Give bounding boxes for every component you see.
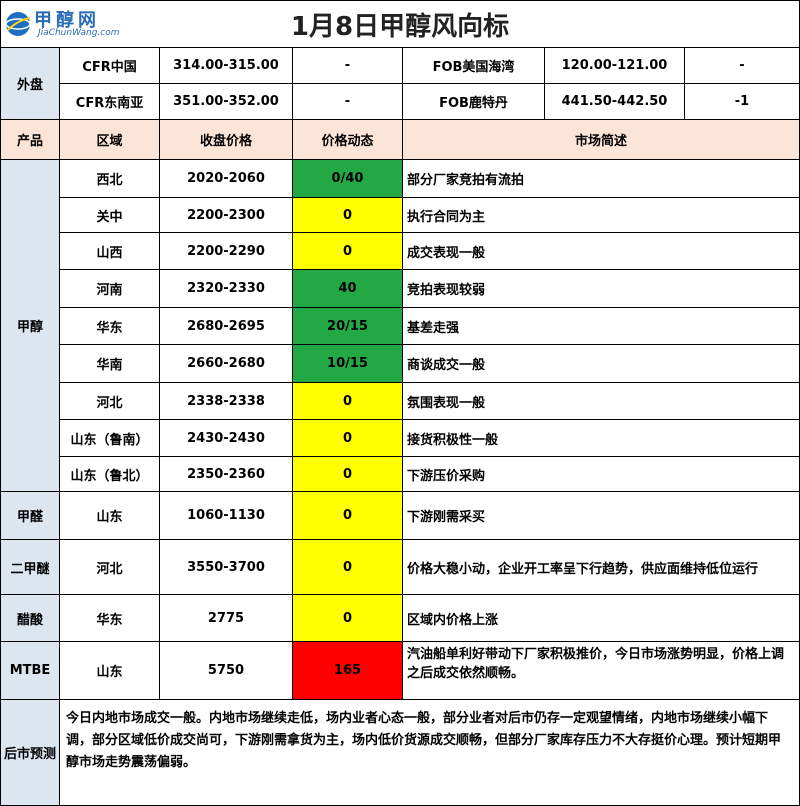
header-market-desc: 市场简述: [403, 120, 800, 160]
change-cell: 0: [293, 595, 403, 642]
price-cell: 2680-2695: [160, 308, 293, 345]
overseas-b-change: -: [685, 48, 800, 84]
price-cell: 2320-2330: [160, 270, 293, 308]
change-cell: 0: [293, 383, 403, 420]
product-cell: MTBE: [0, 642, 60, 700]
change-cell: 0: [293, 198, 403, 233]
overseas-a-price: 314.00-315.00: [160, 48, 293, 84]
desc-cell: 商谈成交一般: [403, 345, 800, 383]
region-cell: 关中: [60, 198, 160, 233]
overseas-b-price: 441.50-442.50: [545, 84, 685, 120]
product-cell: 二甲醚: [0, 540, 60, 595]
desc-cell: 竞拍表现较弱: [403, 270, 800, 308]
region-cell: 山西: [60, 233, 160, 270]
change-cell: 10/15: [293, 345, 403, 383]
overseas-a-name: CFR东南亚: [60, 84, 160, 120]
price-cell: 3550-3700: [160, 540, 293, 595]
price-cell: 2660-2680: [160, 345, 293, 383]
region-cell: 河南: [60, 270, 160, 308]
desc-cell: 成交表现一般: [403, 233, 800, 270]
header-price-change: 价格动态: [293, 120, 403, 160]
price-cell: 2430-2430: [160, 420, 293, 457]
region-cell: 山东（鲁南）: [60, 420, 160, 457]
desc-cell: 氛围表现一般: [403, 383, 800, 420]
logo-url: JiaChunWang.com: [38, 28, 120, 38]
overseas-b-name: FOB美国海湾: [403, 48, 545, 84]
desc-cell: 接货积极性一般: [403, 420, 800, 457]
change-cell: 0/40: [293, 160, 403, 198]
price-cell: 5750: [160, 642, 293, 700]
price-cell: 2200-2290: [160, 233, 293, 270]
price-cell: 2020-2060: [160, 160, 293, 198]
region-cell: 华东: [60, 595, 160, 642]
desc-cell: 执行合同为主: [403, 198, 800, 233]
desc-cell: 下游刚需采买: [403, 492, 800, 540]
change-cell: 0: [293, 457, 403, 492]
change-cell: 165: [293, 642, 403, 700]
overseas-b-change: -1: [685, 84, 800, 120]
overseas-a-price: 351.00-352.00: [160, 84, 293, 120]
header-product: 产品: [0, 120, 60, 160]
overseas-b-price: 120.00-121.00: [545, 48, 685, 84]
header-region: 区域: [60, 120, 160, 160]
change-cell: 0: [293, 233, 403, 270]
change-cell: 0: [293, 420, 403, 457]
region-cell: 西北: [60, 160, 160, 198]
product-cell: 甲醛: [0, 492, 60, 540]
product-cell: 醋酸: [0, 595, 60, 642]
price-cell: 2338-2338: [160, 383, 293, 420]
change-cell: 20/15: [293, 308, 403, 345]
region-cell: 华东: [60, 308, 160, 345]
change-cell: 0: [293, 492, 403, 540]
header-close-price: 收盘价格: [160, 120, 293, 160]
price-cell: 1060-1130: [160, 492, 293, 540]
overseas-label: 外盘: [0, 48, 60, 120]
price-cell: 2350-2360: [160, 457, 293, 492]
region-cell: 山东: [60, 642, 160, 700]
globe-icon: [5, 12, 31, 36]
price-cell: 2200-2300: [160, 198, 293, 233]
desc-cell: 下游压价采购: [403, 457, 800, 492]
product-methanol: 甲醇: [0, 160, 60, 492]
desc-cell: 价格大稳小动，企业开工率呈下行趋势，供应面维持低位运行: [403, 540, 800, 595]
price-cell: 2775: [160, 595, 293, 642]
overseas-a-name: CFR中国: [60, 48, 160, 84]
desc-cell: 区域内价格上涨: [403, 595, 800, 642]
change-cell: 0: [293, 540, 403, 595]
overseas-a-change: -: [293, 48, 403, 84]
forecast-text: 今日内地市场成交一般。内地市场继续走低，场内业者心态一般，部分业者对后市仍存一定…: [60, 700, 800, 806]
region-cell: 山东: [60, 492, 160, 540]
overseas-label-text: 外盘: [16, 78, 43, 93]
change-cell: 40: [293, 270, 403, 308]
desc-cell: 基差走强: [403, 308, 800, 345]
forecast-label: 后市预测: [0, 700, 60, 806]
desc-cell: 部分厂家竞拍有流拍: [403, 160, 800, 198]
region-cell: 河北: [60, 383, 160, 420]
region-cell: 河北: [60, 540, 160, 595]
region-cell: 华南: [60, 345, 160, 383]
page-title-text: 1月8日甲醇风向标: [290, 11, 510, 42]
logo: 甲醇网 JiaChunWang.com: [4, 4, 134, 44]
overseas-a-change: -: [293, 84, 403, 120]
desc-cell: 汽油船单利好带动下厂家积极推价，今日市场涨势明显，价格上调之后成交依然顺畅。: [403, 642, 800, 700]
overseas-b-name: FOB鹿特丹: [403, 84, 545, 120]
region-cell: 山东（鲁北）: [60, 457, 160, 492]
